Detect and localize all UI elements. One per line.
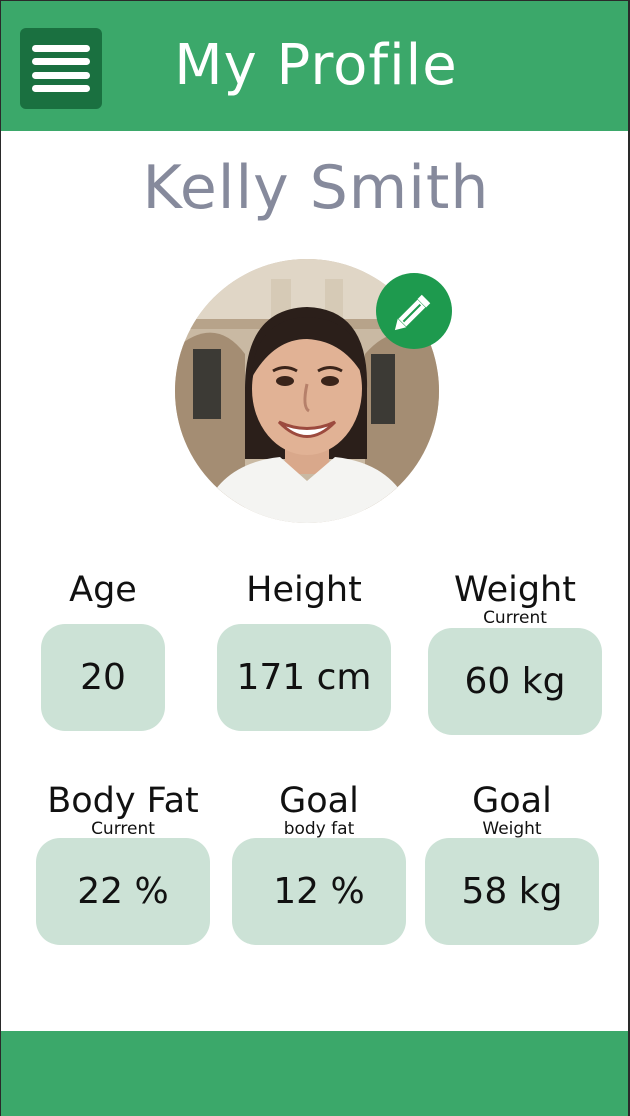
goal-weight-value-box[interactable]: 58 kg — [425, 838, 599, 945]
goal-weight-sublabel: Weight — [482, 819, 542, 839]
height-value-box[interactable]: 171 cm — [217, 624, 391, 731]
header-bar: My Profile — [1, 0, 628, 131]
edit-photo-button[interactable] — [376, 273, 452, 349]
body-fat-sublabel: Current — [91, 819, 155, 839]
age-value-box[interactable]: 20 — [41, 624, 165, 731]
body-fat-label: Body Fat — [47, 781, 199, 821]
footer-bar — [1, 1031, 628, 1116]
weight-sublabel: Current — [483, 608, 547, 628]
age-label: Age — [69, 570, 137, 610]
pencil-icon — [394, 294, 431, 331]
hamburger-menu-icon-line — [32, 58, 90, 66]
body-fat-value-box[interactable]: 22 % — [36, 838, 210, 945]
height-label: Height — [246, 570, 362, 610]
page-title: My Profile — [174, 33, 458, 98]
weight-label: Weight — [454, 570, 576, 610]
goal-body-fat-sublabel: body fat — [283, 819, 355, 839]
hamburger-menu-icon-line — [32, 84, 90, 92]
hamburger-menu-icon-line — [32, 45, 90, 52]
profile-name: Kelly Smith — [142, 153, 490, 223]
goal-body-fat-label: Goal — [279, 781, 359, 821]
weight-value-box[interactable]: 60 kg — [428, 628, 602, 735]
goal-weight-label: Goal — [472, 781, 552, 821]
app-screen: My Profile Kelly Smith Age 20 Height 171… — [0, 0, 630, 1116]
menu-button[interactable] — [20, 28, 102, 109]
hamburger-menu-icon-line — [32, 71, 90, 79]
goal-body-fat-value-box[interactable]: 12 % — [232, 838, 406, 945]
